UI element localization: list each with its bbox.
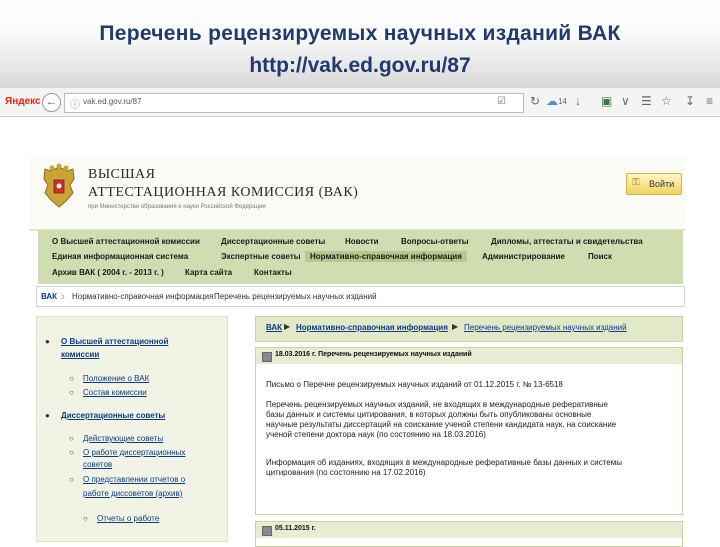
breadcrumb-separator: › (61, 289, 65, 303)
breadcrumb: ВАК › Нормативно-справочная информация ›… (36, 286, 685, 307)
bullet: ○ (69, 448, 74, 457)
sidebar-section-about[interactable]: О Высшей аттестационной (61, 337, 168, 346)
menu-chevron-icon[interactable]: ∨ (621, 94, 630, 108)
key-icon: ⚿ (632, 177, 640, 188)
bullet: ○ (69, 374, 74, 383)
login-button[interactable]: ⚿ Войти (626, 173, 682, 195)
weather-temp: 14 (558, 97, 567, 106)
sidebar-item-regulation[interactable]: Положение о ВАК (83, 374, 149, 383)
weather-icon[interactable]: ☁ (546, 94, 558, 108)
back-button[interactable]: ← (42, 93, 61, 112)
news-link-list-l3: научные результаты диссертаций на соиска… (266, 420, 617, 429)
content-breadcrumb: ВАК ▶ Нормативно-справочная информация ▶… (255, 316, 683, 342)
yandex-logo-text: Яндекс (5, 96, 41, 107)
nav-item-eis[interactable]: Единая информационная система (52, 252, 188, 261)
news-link-info-l2: цитирования (по состоянию на 17.02.2016) (266, 468, 426, 477)
nav-item-search[interactable]: Поиск (588, 252, 612, 261)
downloads-panel-icon[interactable]: ↧ (685, 94, 695, 108)
sidebar-item-reports-archive-cont[interactable]: работе диссоветов (архив) (83, 489, 182, 498)
address-text[interactable]: vak.ed.gov.ru/87 (83, 97, 142, 106)
nav-item-diplomas[interactable]: Дипломы, аттестаты и свидетельства (491, 237, 643, 246)
breadcrumb-separator: › (203, 289, 207, 303)
document-icon (262, 526, 272, 536)
nav-item-archive[interactable]: Архив ВАК ( 2004 г. - 2013 г. ) (52, 268, 164, 277)
content-crumb-vak[interactable]: ВАК (266, 323, 282, 332)
browser-menu-icon[interactable]: ≡ (706, 94, 713, 108)
news-header: 18.03.2016 г. Перечень рецензируемых нау… (256, 348, 682, 364)
nav-item-councils[interactable]: Диссертационные советы (221, 237, 325, 246)
bookmark-icon[interactable]: ☆ (661, 94, 672, 108)
bookmarks-icon[interactable]: ☰ (641, 94, 652, 108)
yandex-logo: Яндекс (5, 96, 41, 107)
download-icon[interactable]: ↓ (575, 94, 581, 108)
nav-item-about[interactable]: О Высшей аттестационной комиссии (52, 237, 200, 246)
bullet: ● (45, 411, 50, 420)
browser-toolbar: Яндекс ← ⓘ vak.ed.gov.ru/87 ☑ ↻ ☁ 14 ↓ ▣… (0, 88, 720, 117)
news-link-list-l4: ученой степени доктора наук (по состояни… (266, 430, 486, 439)
news-date: 18.03.2016 г. Перечень рецензируемых нау… (275, 351, 472, 358)
content-crumb-current[interactable]: Перечень рецензируемых научных изданий (464, 323, 627, 332)
org-name-line2: АТТЕСТАЦИОННАЯ КОМИССИЯ (ВАК) (88, 185, 359, 200)
bullet: ○ (69, 388, 74, 397)
address-bar[interactable]: ⓘ vak.ed.gov.ru/87 ☑ (64, 93, 524, 113)
news-link-list-l2: базы данных и системы цитирования, в кот… (266, 410, 592, 419)
crumb-arrow-icon: ▶ (452, 322, 459, 331)
news-header: 05.11.2015 г. (256, 522, 682, 538)
site-info-icon[interactable]: ⓘ (70, 96, 80, 111)
sidebar-item-reports[interactable]: Отчеты о работе (97, 514, 159, 523)
sidebar-section-about-cont[interactable]: комиссии (61, 350, 99, 359)
bullet: ○ (83, 514, 88, 523)
nav-item-contacts[interactable]: Контакты (254, 268, 292, 277)
news-date: 05.11.2015 г. (275, 525, 316, 532)
breadcrumb-normative[interactable]: Нормативно-справочная информация (72, 292, 213, 301)
site-header: ВЫСШАЯ АТТЕСТАЦИОННАЯ КОМИССИЯ (ВАК) при… (30, 157, 685, 231)
sidebar-item-council-work-cont[interactable]: советов (83, 460, 112, 469)
sidebar-item-members[interactable]: Состав комиссии (83, 388, 147, 397)
slide-url: http://vak.ed.gov.ru/87 (249, 54, 471, 77)
breadcrumb-current: Перечень рецензируемых научных изданий (214, 292, 377, 301)
main-content: ВАК ▶ Нормативно-справочная информация ▶… (255, 316, 683, 547)
news-link-list-l1: Перечень рецензируемых научных изданий, … (266, 400, 608, 409)
nav-item-sitemap[interactable]: Карта сайта (185, 268, 232, 277)
crumb-arrow-icon: ▶ (284, 322, 291, 331)
web-page: ВЫСШАЯ АТТЕСТАЦИОННАЯ КОМИССИЯ (ВАК) при… (0, 117, 720, 547)
slide-title: Перечень рецензируемых научных изданий В… (99, 22, 621, 45)
nav-item-news[interactable]: Новости (345, 237, 379, 246)
sidebar-item-reports-archive[interactable]: О представлении отчетов о (83, 475, 185, 484)
coat-of-arms-icon (43, 163, 75, 208)
breadcrumb-vak[interactable]: ВАК (41, 292, 57, 301)
sidebar-item-council-work[interactable]: О работе диссертационных (83, 448, 185, 457)
document-icon (262, 352, 272, 362)
nav-item-normative[interactable]: Нормативно-справочная информация (305, 251, 467, 262)
news-item: 18.03.2016 г. Перечень рецензируемых нау… (255, 347, 683, 515)
bullet: ● (45, 337, 50, 346)
main-nav: О Высшей аттестационной комиссии Диссерт… (38, 230, 683, 284)
news-link-info-l1: Информация об изданиях, входящих в между… (266, 458, 622, 467)
sidebar-section-councils[interactable]: Диссертационные советы (61, 411, 165, 420)
bullet: ○ (69, 434, 74, 443)
news-link-list[interactable]: Перечень рецензируемых научных изданий, … (266, 400, 676, 440)
org-subtitle: при Министерстве образования и науки Рос… (88, 204, 266, 210)
news-item: 05.11.2015 г. (255, 521, 683, 547)
nav-item-admin[interactable]: Администрирование (482, 252, 565, 261)
reload-icon[interactable]: ↻ (530, 94, 540, 108)
bullet: ○ (69, 475, 74, 484)
news-link-letter[interactable]: Письмо о Перечне рецензируемых научных и… (266, 380, 676, 390)
news-link-info[interactable]: Информация об изданиях, входящих в между… (266, 458, 676, 478)
sidebar-item-active-councils[interactable]: Действующие советы (83, 434, 163, 443)
reader-icon[interactable]: ☑ (497, 96, 506, 107)
nav-item-expert[interactable]: Экспертные советы (221, 252, 301, 261)
sidebar: ● О Высшей аттестационной комиссии ○ Пол… (36, 316, 228, 542)
slide-header: Перечень рецензируемых научных изданий В… (0, 0, 720, 88)
extension-icon[interactable]: ▣ (601, 94, 612, 108)
nav-item-faq[interactable]: Вопросы-ответы (401, 237, 469, 246)
content-crumb-normative[interactable]: Нормативно-справочная информация (296, 323, 448, 332)
org-name-line1: ВЫСШАЯ (88, 167, 156, 182)
login-label: Войти (649, 179, 675, 189)
